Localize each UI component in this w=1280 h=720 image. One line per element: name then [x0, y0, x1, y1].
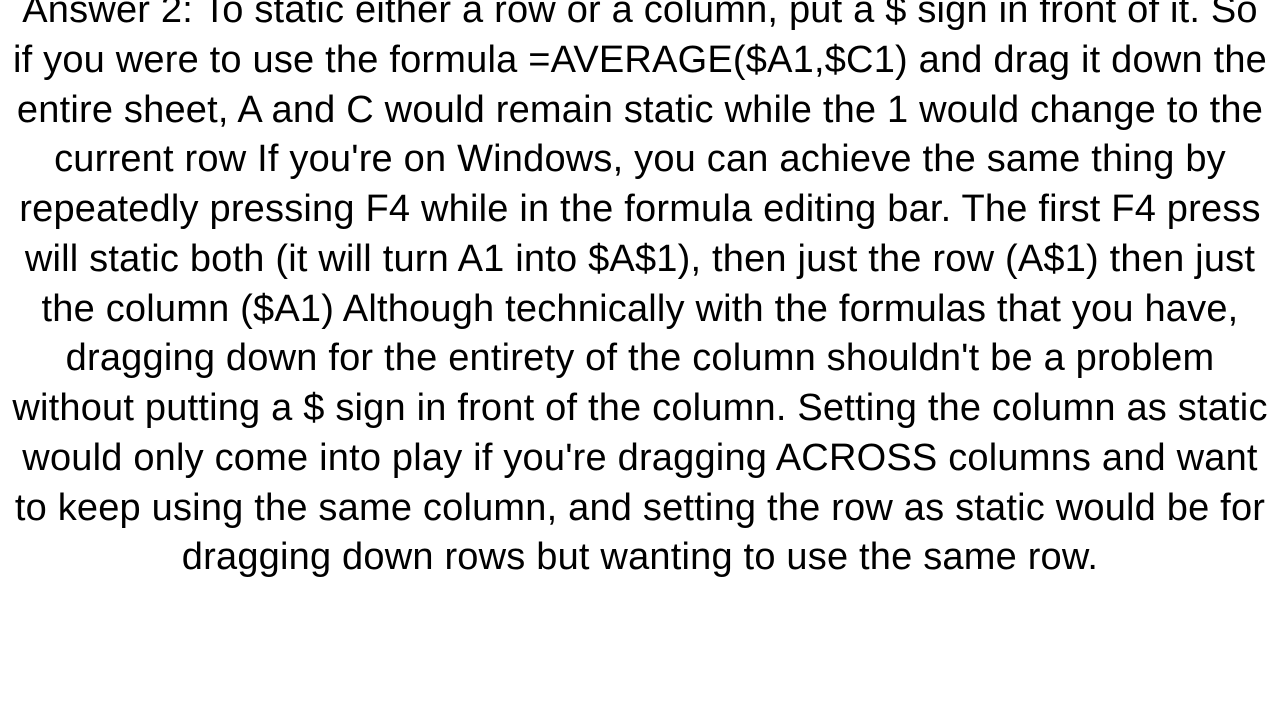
document-page: Answer 2: To static either a row or a co… [0, 0, 1280, 720]
answer-body-text: Answer 2: To static either a row or a co… [10, 0, 1270, 583]
